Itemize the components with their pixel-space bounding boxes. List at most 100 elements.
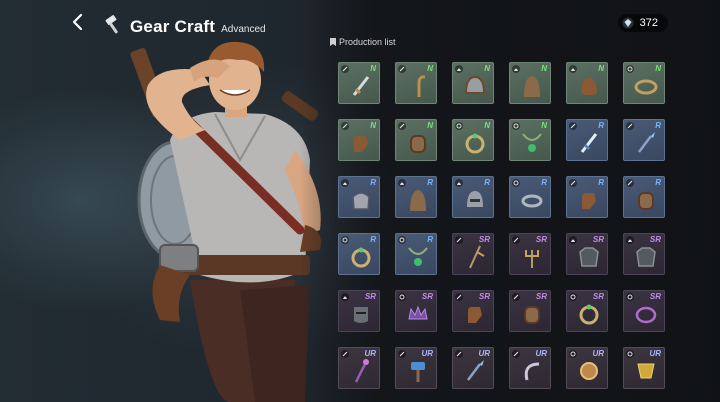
production-item[interactable]: R [452,176,494,218]
production-item[interactable]: N [509,119,551,161]
hook-icon [417,75,426,97]
production-item[interactable]: N [338,119,380,161]
helm-category-icon [455,65,463,73]
production-item[interactable]: R [566,119,608,161]
locket-icon [637,363,655,379]
production-item[interactable]: SR [452,233,494,275]
production-item[interactable]: N [509,62,551,104]
production-item[interactable]: UR [566,347,608,389]
weapon-category-icon [341,122,349,130]
weapon-category-icon [455,236,463,244]
circlet-icon [635,306,657,324]
production-item[interactable]: R [395,233,437,275]
mask-icon [354,307,368,323]
rarity-badge: SR [421,292,433,301]
production-item[interactable]: SR [566,290,608,332]
production-item[interactable]: R [623,176,665,218]
ring-category-icon [455,122,463,130]
production-item[interactable]: N [623,62,665,104]
weapon-category-icon [512,350,520,358]
ring-category-icon [569,293,577,301]
production-item[interactable]: R [338,176,380,218]
rarity-badge: UR [364,349,376,358]
production-item[interactable]: SR [623,290,665,332]
production-item[interactable]: SR [395,290,437,332]
production-item[interactable]: N [566,62,608,104]
production-item[interactable]: N [395,119,437,161]
production-item[interactable]: SR [452,290,494,332]
weapon-category-icon [512,236,520,244]
helmet-icon [464,75,486,94]
gauntlet-icon [468,307,482,323]
production-item[interactable]: R [566,176,608,218]
production-item[interactable]: UR [338,347,380,389]
weapon-category-icon [341,65,349,73]
production-item[interactable]: R [395,176,437,218]
back-button[interactable] [64,10,92,34]
ring-category-icon [512,179,520,187]
spear-icon [638,132,655,153]
production-list-title: Production list [339,37,396,47]
orb-icon [580,362,598,380]
gem-icon [622,17,634,29]
rarity-badge: N [655,64,661,73]
production-grid: N N N N N N N N N N R R R R R R R R R R SR SR SR SR SR SR SR SR SR SR… [338,62,665,389]
production-item[interactable]: SR [509,233,551,275]
visor-icon [467,191,483,207]
helm-category-icon [626,236,634,244]
rarity-badge: R [541,178,547,187]
sickle-icon [524,362,540,381]
amulet-icon [522,133,542,152]
production-item[interactable]: N [395,62,437,104]
rarity-badge: R [427,178,433,187]
weapon-category-icon [626,179,634,187]
rarity-badge: UR [478,349,490,358]
staff-icon [354,359,369,383]
production-item[interactable]: SR [338,290,380,332]
sword-icon [352,76,370,96]
rarity-badge: R [370,178,376,187]
rarity-badge: R [598,121,604,130]
helm-category-icon [398,179,406,187]
rarity-badge: N [598,64,604,73]
rarity-badge: N [370,64,376,73]
ring-icon [351,247,371,268]
rarity-badge: SR [592,292,604,301]
production-item[interactable]: N [452,62,494,104]
ring-category-icon [626,293,634,301]
weapon-category-icon [569,179,577,187]
rarity-badge: N [484,121,490,130]
rarity-badge: N [541,64,547,73]
production-item[interactable]: SR [509,290,551,332]
production-item[interactable]: N [452,119,494,161]
ring-category-icon [398,236,406,244]
weapon-category-icon [569,122,577,130]
production-item[interactable]: UR [452,347,494,389]
crown-icon [408,305,428,320]
production-item[interactable]: SR [623,233,665,275]
production-item[interactable]: UR [509,347,551,389]
currency-amount: 372 [639,17,658,29]
production-item[interactable]: R [623,119,665,161]
helm-category-icon [569,65,577,73]
production-item[interactable]: SR [566,233,608,275]
ring-icon [465,133,485,154]
currency-display: 372 [617,14,668,32]
rarity-badge: N [370,121,376,130]
bracer-icon [638,192,654,210]
hammer-icon [105,15,118,34]
production-item[interactable]: UR [623,347,665,389]
rarity-badge: SR [649,292,661,301]
production-item[interactable]: R [338,233,380,275]
pike-icon [469,245,485,269]
back-arrow-icon [72,13,83,31]
production-item[interactable]: R [509,176,551,218]
helm-category-icon [512,65,520,73]
bracer-icon [410,135,426,153]
bookmark-icon [330,38,336,46]
production-item[interactable]: N [338,62,380,104]
rarity-badge: SR [535,292,547,301]
pot-icon [352,192,370,210]
spear-icon [467,360,484,381]
production-item[interactable]: UR [395,347,437,389]
